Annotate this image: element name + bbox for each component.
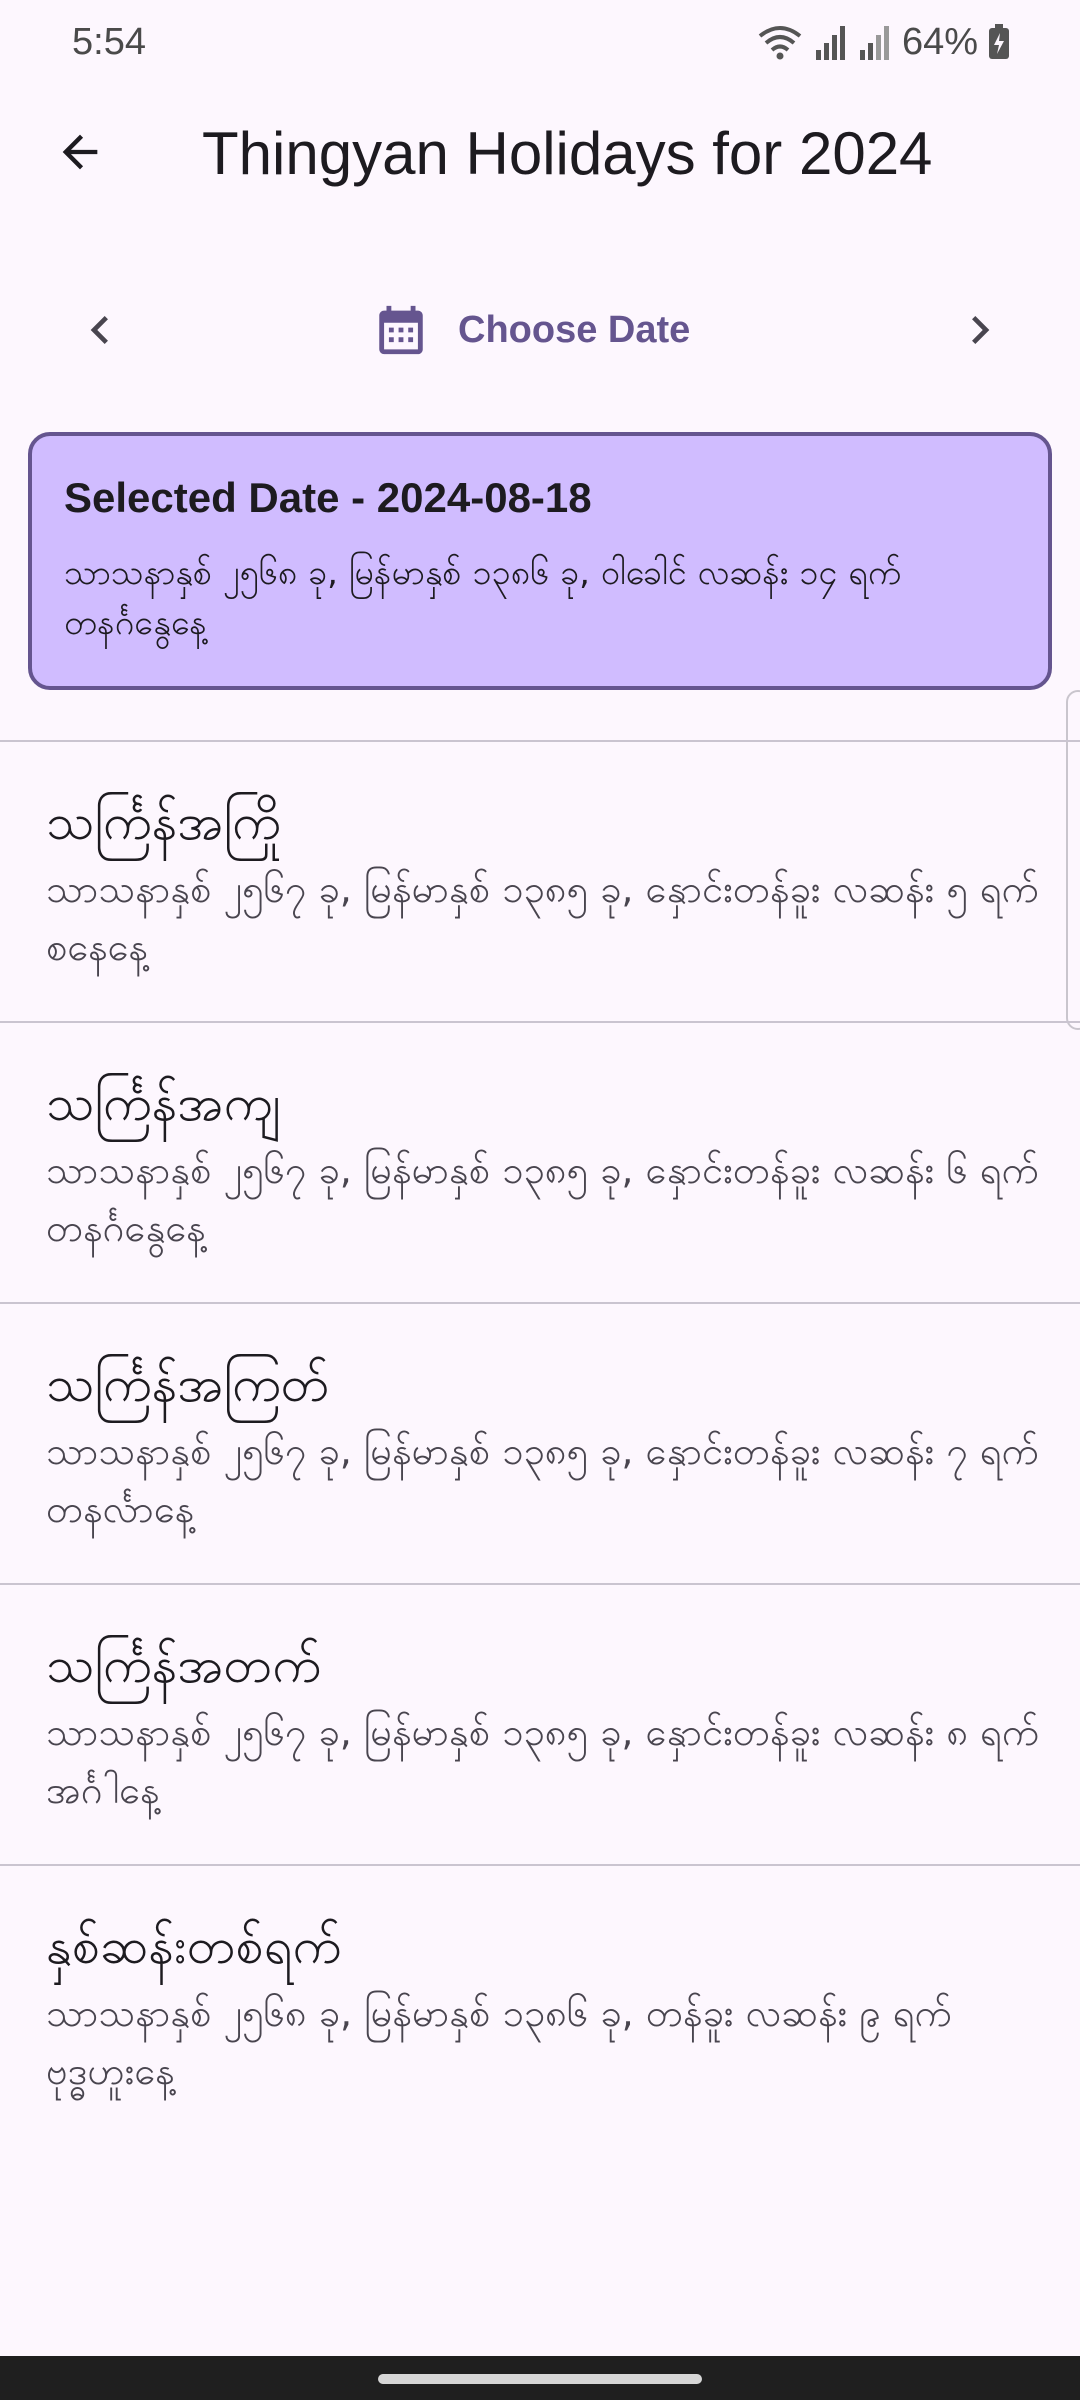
- holiday-name: သင်္ကြန်အကျ: [46, 1074, 281, 1132]
- battery-icon: [989, 24, 1009, 59]
- holiday-description: သာသနာနှစ် ၂၅၆၇ ခု, မြန်မာနှစ် ၁၃၈၅ ခု, န…: [46, 867, 1039, 969]
- system-navigation-bar: [0, 2356, 1080, 2400]
- battery-percent: 64%: [901, 20, 978, 63]
- holiday-list-item[interactable]: သင်္ကြန်အကြတ် သာသနာနှစ် ၂၅၆၇ ခု, မြန်မာန…: [0, 1302, 1080, 1583]
- arrow-back-icon: [62, 134, 98, 170]
- date-navigator: Choose Date: [0, 280, 1080, 380]
- choose-date-button[interactable]: Choose Date: [372, 290, 690, 370]
- holiday-description: သာသနာနှစ် ၂၅၆၇ ခု, မြန်မာနှစ် ၁၃၈၅ ခု, န…: [46, 1429, 1039, 1531]
- selected-date-title: Selected Date - 2024-08-18: [64, 474, 592, 521]
- calendar-icon: [379, 305, 423, 355]
- holiday-list-item[interactable]: သင်္ကြန်အတက် သာသနာနှစ် ၂၅၆၇ ခု, မြန်မာနှ…: [0, 1583, 1080, 1864]
- selected-date-description: သာသနာနှစ် ၂၅၆၈ ခု, မြန်မာနှစ် ၁၃၈၆ ခု, ဝ…: [64, 553, 902, 643]
- next-date-button[interactable]: [940, 290, 1020, 370]
- app-bar: Thingyan Holidays for 2024: [0, 84, 1080, 220]
- status-bar: 5:54 64%: [0, 0, 1080, 84]
- choose-date-label: Choose Date: [458, 308, 691, 351]
- previous-date-button[interactable]: [60, 290, 140, 370]
- signal-icon: [859, 26, 889, 60]
- holiday-name: သင်္ကြန်အကြို: [46, 793, 281, 851]
- holidays-screen: 5:54 64% Thingyan Holidays for 2024 Choo…: [0, 0, 1080, 2400]
- page-title: Thingyan Holidays for 2024: [202, 120, 933, 187]
- home-gesture-handle[interactable]: [378, 2374, 702, 2384]
- signal-icon: [815, 26, 845, 60]
- chevron-left-icon: [90, 316, 108, 344]
- holiday-description: သာသနာနှစ် ၂၅၆၇ ခု, မြန်မာနှစ် ၁၃၈၅ ခု, န…: [46, 1148, 1039, 1250]
- holiday-list-item[interactable]: သင်္ကြန်အကြို သာသနာနှစ် ၂၅၆၇ ခု, မြန်မာန…: [0, 740, 1080, 1021]
- holiday-description: သာသနာနှစ် ၂၅၆၇ ခု, မြန်မာနှစ် ၁၃၈၅ ခု, န…: [46, 1710, 1040, 1812]
- holiday-list-item[interactable]: နှစ်ဆန်းတစ်ရက် သာသနာနှစ် ၂၅၆၈ ခု, မြန်မာ…: [0, 1864, 1080, 2145]
- status-icons: 64%: [756, 21, 1010, 64]
- back-button[interactable]: [38, 110, 122, 194]
- holiday-name: သင်္ကြန်အကြတ်: [46, 1355, 330, 1413]
- wifi-icon: [758, 26, 802, 60]
- holiday-description: သာသနာနှစ် ၂၅၆၈ ခု, မြန်မာနှစ် ၁၃၈၆ ခု, တ…: [46, 1991, 952, 2093]
- holiday-name: နှစ်ဆန်းတစ်ရက်: [46, 1917, 342, 1975]
- holiday-list: သင်္ကြန်အကြို သာသနာနှစ် ၂၅၆၇ ခု, မြန်မာန…: [0, 740, 1080, 2145]
- holiday-name: သင်္ကြန်အတက်: [46, 1636, 322, 1694]
- holiday-list-item[interactable]: သင်္ကြန်အကျ သာသနာနှစ် ၂၅၆၇ ခု, မြန်မာနှစ…: [0, 1021, 1080, 1302]
- selected-date-card: Selected Date - 2024-08-18 သာသနာနှစ် ၂၅၆…: [28, 432, 1052, 690]
- chevron-right-icon: [972, 316, 990, 344]
- status-time: 5:54: [72, 20, 146, 63]
